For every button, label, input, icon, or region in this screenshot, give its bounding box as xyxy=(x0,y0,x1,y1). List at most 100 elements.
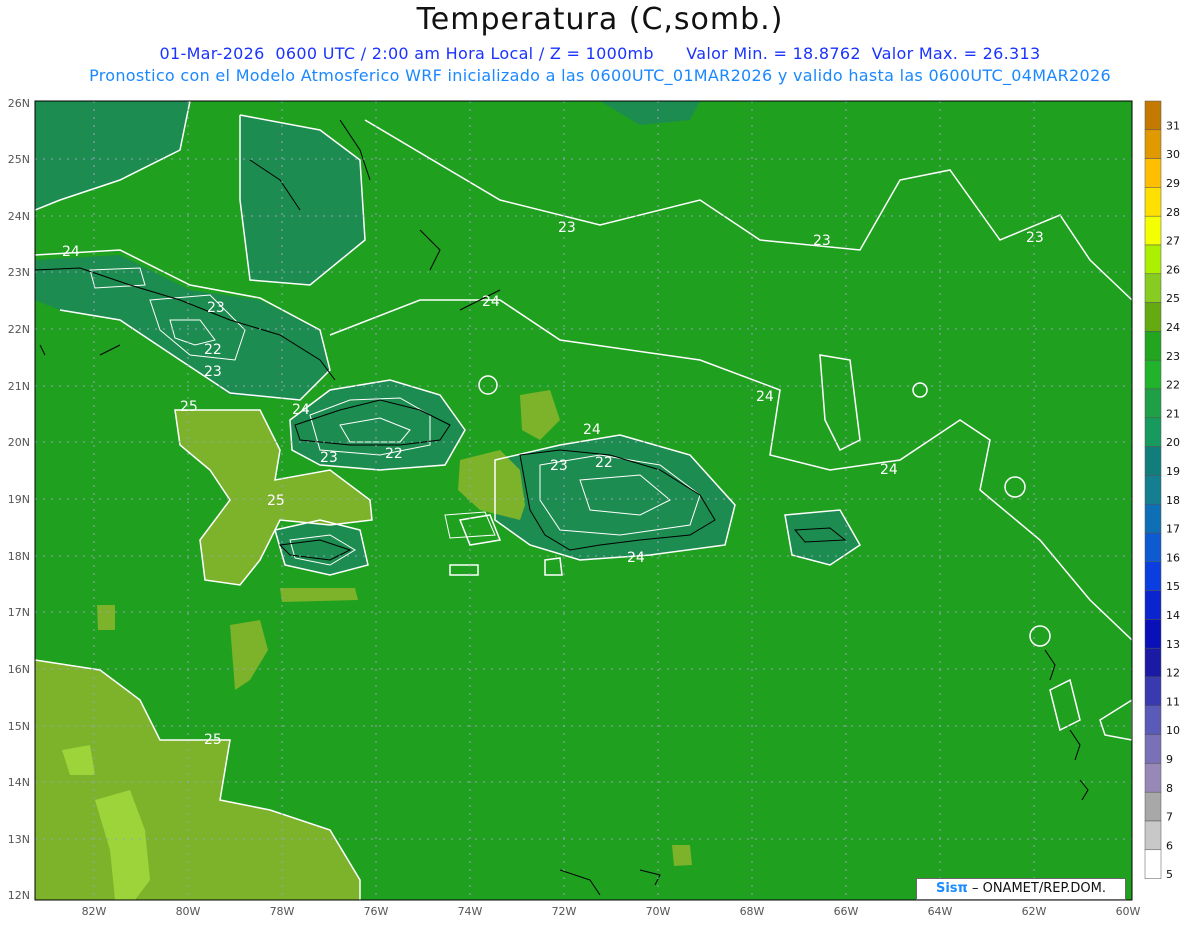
colorbar-label: 12 xyxy=(1166,667,1180,680)
contour-label: 23 xyxy=(558,220,576,236)
colorbar-swatch xyxy=(1144,215,1162,246)
lat-label: 20N xyxy=(8,436,30,449)
colorbar-label: 18 xyxy=(1166,494,1180,507)
lat-label: 25N xyxy=(8,153,30,166)
contour-label: 24 xyxy=(583,422,601,438)
lon-label: 76W xyxy=(364,905,389,918)
colorbar-label: 29 xyxy=(1166,177,1180,190)
contour-label: 22 xyxy=(595,455,613,471)
contour-label: 24 xyxy=(880,462,898,478)
lat-label: 17N xyxy=(8,606,30,619)
lat-label: 15N xyxy=(8,720,30,733)
colorbar-swatch xyxy=(1144,676,1162,707)
colorbar-swatch xyxy=(1144,417,1162,447)
contour-label: 25 xyxy=(267,493,285,509)
colorbar-swatch xyxy=(1144,619,1162,649)
lat-label: 24N xyxy=(8,210,30,223)
contour-label: 23 xyxy=(1026,230,1044,246)
lon-label: 78W xyxy=(270,905,295,918)
contour-label: 24 xyxy=(62,244,80,260)
colorbar-swatch xyxy=(1144,100,1162,131)
lon-label: 66W xyxy=(834,905,859,918)
colorbar-label: 14 xyxy=(1166,609,1180,622)
colorbar-label: 30 xyxy=(1166,148,1180,161)
colorbar-label: 16 xyxy=(1166,551,1180,564)
lat-label: 16N xyxy=(8,663,30,676)
credit-text: – ONAMET/REP.DOM. xyxy=(971,881,1106,896)
colorbar-swatch xyxy=(1144,647,1162,678)
colorbar-swatch xyxy=(1144,129,1162,159)
colorbar-label: 23 xyxy=(1166,350,1180,363)
longitude-labels: 82W 80W 78W 76W 74W 72W 70W 68W 66W 64W … xyxy=(82,905,1141,918)
temperature-map: 24 23 22 23 25 24 23 22 25 24 23 22 24 2… xyxy=(8,97,1180,918)
lon-label: 70W xyxy=(646,905,671,918)
colorbar-label: 31 xyxy=(1166,119,1180,132)
colorbar-swatch xyxy=(1144,244,1162,275)
contour-label: 25 xyxy=(204,732,222,748)
colorbar-label: 9 xyxy=(1166,753,1173,766)
colorbar-swatch xyxy=(1144,388,1162,419)
contour-label: 23 xyxy=(320,450,338,466)
colorbar-swatch xyxy=(1144,475,1162,505)
colorbar-swatch xyxy=(1144,446,1162,476)
lat-label: 26N xyxy=(8,97,30,110)
colorbar-swatch xyxy=(1144,763,1162,793)
colorbar-label: 24 xyxy=(1166,321,1180,334)
colorbar-swatch xyxy=(1144,820,1162,851)
lon-label: 80W xyxy=(176,905,201,918)
colorbar: 31 30 29 28 27 26 25 24 23 22 21 20 19 18 17 16 15 14 13 12… xyxy=(1144,100,1180,881)
latitude-labels: 26N 25N 24N 23N 22N 21N 20N 19N 18N 17N … xyxy=(8,97,30,902)
lat-label: 13N xyxy=(8,833,30,846)
colorbar-label: 21 xyxy=(1166,407,1180,420)
colorbar-label: 17 xyxy=(1166,523,1180,536)
colorbar-label: 26 xyxy=(1166,263,1180,276)
lat-label: 12N xyxy=(8,889,30,902)
colorbar-swatch xyxy=(1144,273,1162,303)
colorbar-label: 6 xyxy=(1166,839,1173,852)
colorbar-label: 13 xyxy=(1166,638,1180,651)
lat-label: 18N xyxy=(8,550,30,563)
colorbar-label: 10 xyxy=(1166,724,1180,737)
lon-label: 64W xyxy=(928,905,953,918)
colorbar-label: 5 xyxy=(1166,868,1173,881)
lat-label: 19N xyxy=(8,493,30,506)
colorbar-swatch xyxy=(1144,705,1162,735)
sispi-logo: Sisπ xyxy=(935,881,968,896)
contour-label: 24 xyxy=(292,402,310,418)
colorbar-swatch xyxy=(1144,359,1162,390)
colorbar-label: 11 xyxy=(1166,695,1180,708)
contour-label: 24 xyxy=(482,294,500,310)
colorbar-swatch xyxy=(1144,849,1162,879)
lat-label: 22N xyxy=(8,323,30,336)
contour-label: 25 xyxy=(180,399,198,415)
lon-label: 60W xyxy=(1116,905,1141,918)
colorbar-label: 22 xyxy=(1166,379,1180,392)
colorbar-label: 15 xyxy=(1166,580,1180,593)
contour-label: 24 xyxy=(756,389,774,405)
lat-label: 21N xyxy=(8,380,30,393)
colorbar-swatch xyxy=(1144,561,1162,591)
colorbar-swatch xyxy=(1144,532,1162,563)
colorbar-label: 25 xyxy=(1166,292,1180,305)
colorbar-label: 8 xyxy=(1166,782,1173,795)
colorbar-swatch xyxy=(1144,331,1162,361)
lon-label: 72W xyxy=(552,905,577,918)
contour-label: 22 xyxy=(385,446,403,462)
colorbar-swatch xyxy=(1144,158,1162,188)
lat-label: 14N xyxy=(8,776,30,789)
colorbar-label: 28 xyxy=(1166,206,1180,219)
contour-label: 23 xyxy=(813,233,831,249)
lon-label: 62W xyxy=(1022,905,1047,918)
map-field: 24 23 22 23 25 24 23 22 25 24 23 22 24 2… xyxy=(35,101,1132,900)
lon-label: 74W xyxy=(458,905,483,918)
colorbar-swatch xyxy=(1144,791,1162,822)
contour-label: 22 xyxy=(204,342,222,358)
contour-label: 23 xyxy=(204,364,222,380)
lat-label: 23N xyxy=(8,266,30,279)
lon-label: 68W xyxy=(740,905,765,918)
colorbar-label: 27 xyxy=(1166,235,1180,248)
colorbar-swatch xyxy=(1144,590,1162,620)
colorbar-swatch xyxy=(1144,503,1162,534)
contour-label: 23 xyxy=(550,458,568,474)
colorbar-swatch xyxy=(1144,302,1162,332)
